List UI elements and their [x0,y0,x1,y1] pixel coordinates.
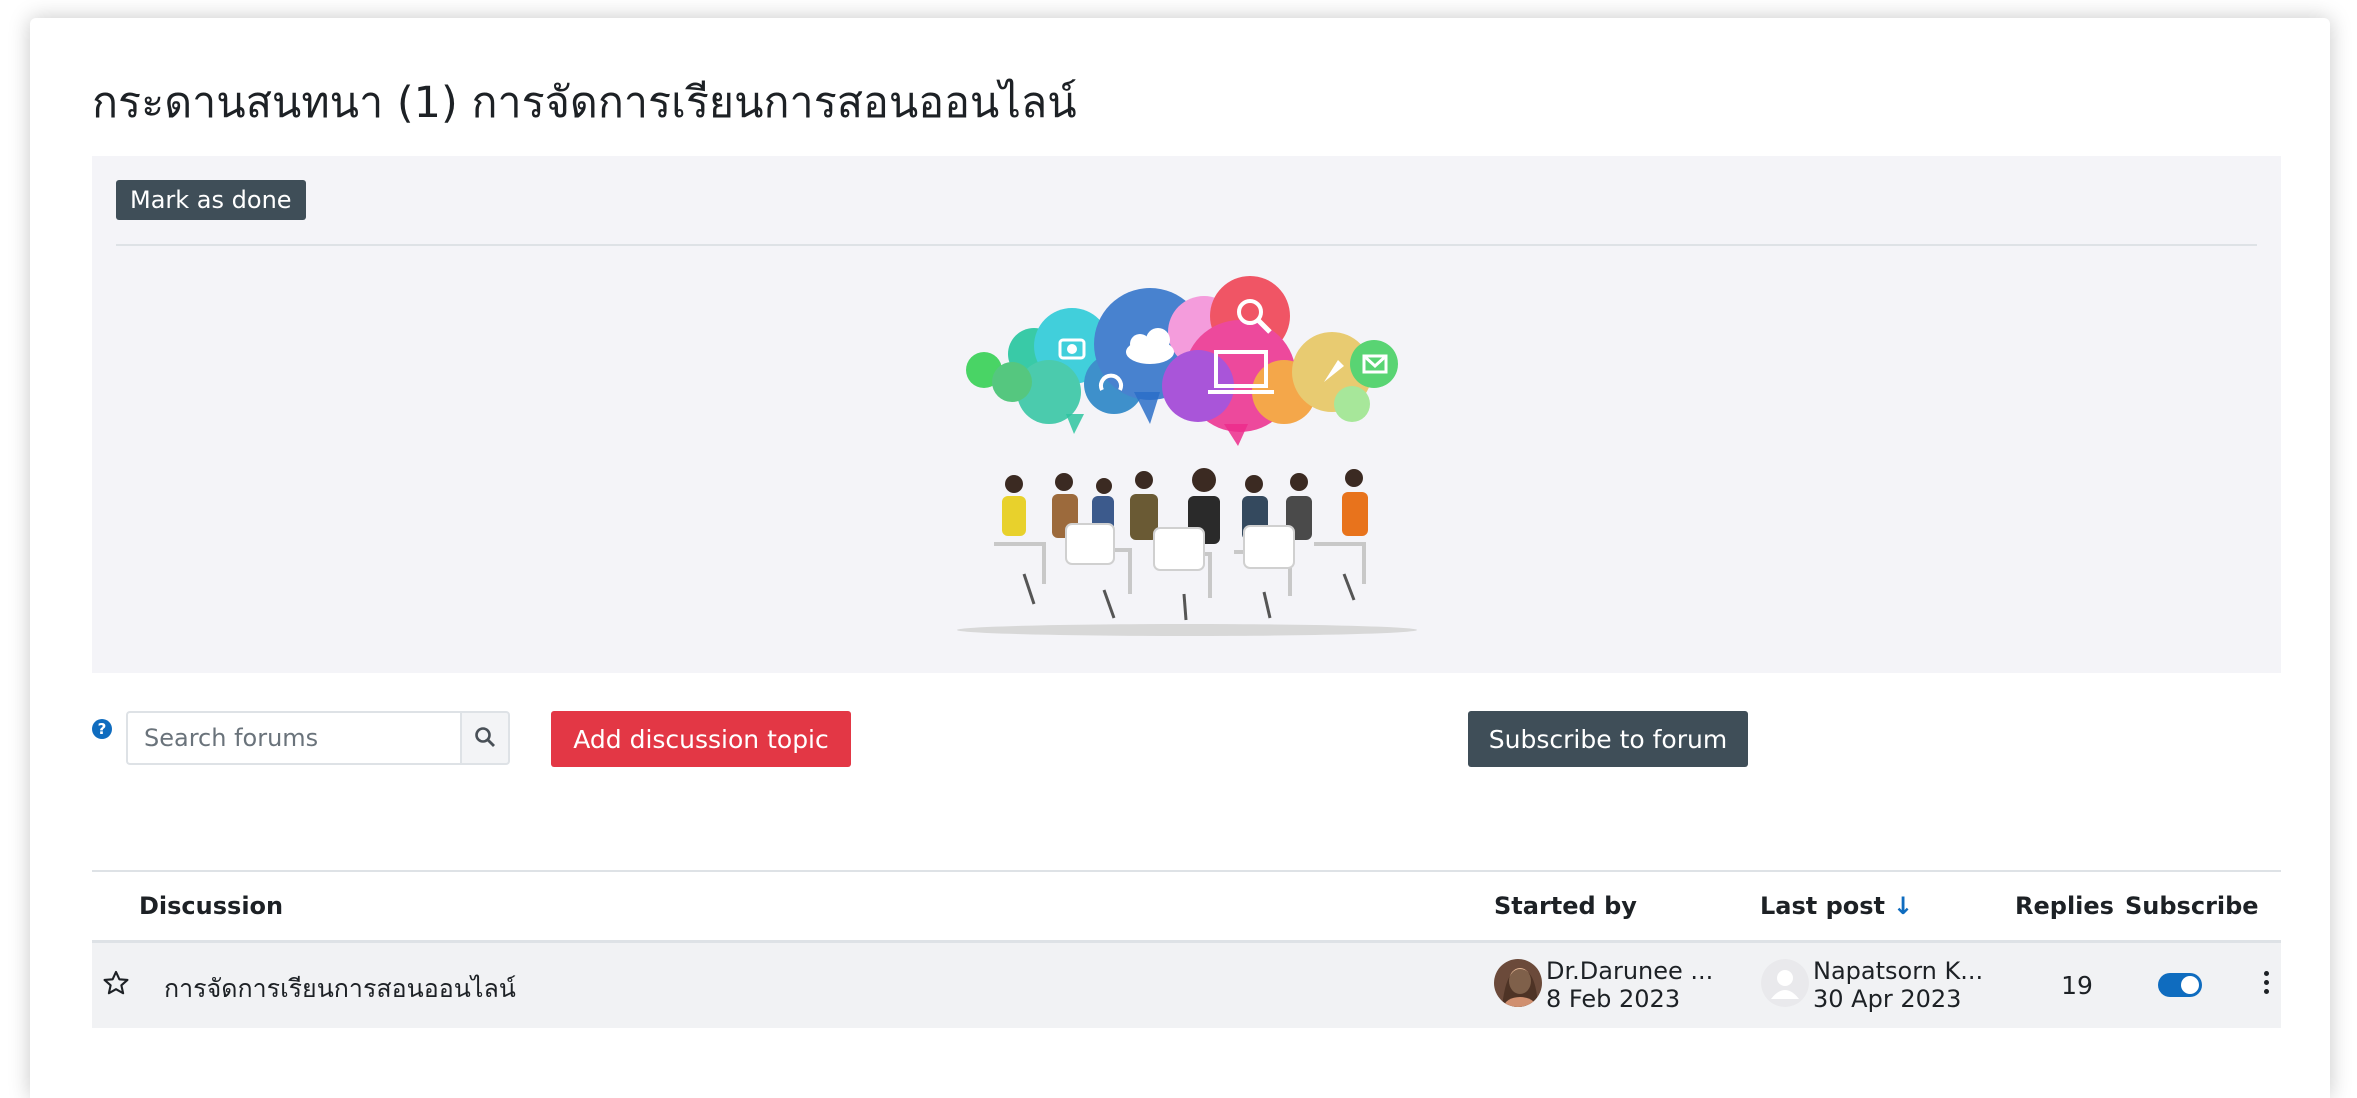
activity-intro: Mark as done [92,156,2281,673]
default-user-icon [1761,959,1809,1007]
user-photo [1494,959,1542,1007]
search-button[interactable] [460,711,510,765]
subscribe-toggle[interactable] [2158,973,2202,997]
intro-divider [116,244,2257,246]
kebab-menu-icon[interactable] [2262,971,2270,999]
header-discussion[interactable]: Discussion [139,892,283,920]
forum-illustration [957,276,1417,636]
arrow-down-icon: ↓ [1893,892,1914,920]
avatar[interactable] [1761,959,1809,1007]
header-replies[interactable]: Replies [2015,892,2114,920]
header-last-post[interactable]: Last post ↓ [1760,892,1913,920]
last-post-date[interactable]: 30 Apr 2023 [1813,985,1961,1013]
page-title: กระดานสนทนา (1) การจัดการเรียนการสอนออนไ… [92,78,1077,128]
started-by-date: 8 Feb 2023 [1546,985,1681,1013]
header-subscribe: Subscribe [2125,892,2259,920]
subscribe-to-forum-button[interactable]: Subscribe to forum [1468,711,1748,767]
header-last-post-label: Last post [1760,892,1886,920]
star-outline-icon[interactable] [102,969,130,997]
table-row: การจัดการเรียนการสอนออนไลน์ Dr.Darunee .… [92,943,2281,1028]
discussion-table: Discussion Started by Last post ↓ Replies… [92,870,2281,1028]
search-icon [475,726,495,747]
toggle-knob [2181,976,2199,994]
started-by-name[interactable]: Dr.Darunee ... [1546,957,1713,985]
header-started-by[interactable]: Started by [1494,892,1637,920]
question-circle-icon[interactable]: ? [92,719,112,739]
last-post-name[interactable]: Napatsorn K... [1813,957,1983,985]
mark-as-done-button[interactable]: Mark as done [116,180,306,220]
replies-count[interactable]: 19 [2047,971,2107,1000]
discussion-title-link[interactable]: การจัดการเรียนการสอนออนไลน์ [164,969,516,1009]
add-discussion-topic-button[interactable]: Add discussion topic [551,711,851,767]
avatar[interactable] [1494,959,1542,1007]
table-header: Discussion Started by Last post ↓ Replies… [92,870,2281,943]
search-forums-input[interactable] [126,711,460,765]
forum-toolbar: ? Add discussion topic Subscribe to foru… [92,710,2281,770]
